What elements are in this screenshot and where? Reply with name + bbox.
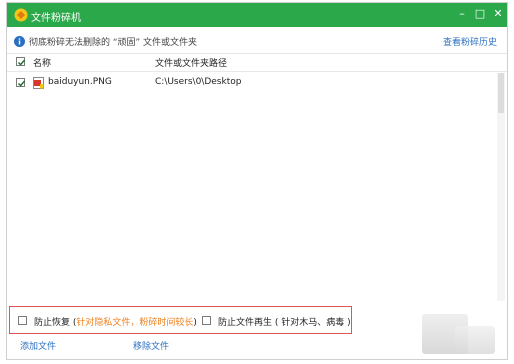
minimize-button[interactable]: – <box>455 7 469 21</box>
info-bar: 彻底粉碎无法删除的 “顽固” 文件或文件夹 查看粉碎历史 <box>7 27 507 54</box>
table-row[interactable]: baiduyun.PNG C:\Users\0\Desktop <box>7 73 507 93</box>
file-path: C:\Users\0\Desktop <box>155 77 242 87</box>
prevent-recovery-hint: 针对隐私文件，粉碎时间较长 <box>76 318 194 328</box>
window-title: 文件粉碎机 <box>31 13 81 24</box>
prevent-recovery-text: 防止恢复 ( <box>34 318 77 328</box>
add-file-button[interactable]: 添加文件 <box>20 339 56 352</box>
table-header: 名称 文件或文件夹路径 <box>7 53 507 72</box>
prevent-recovery-checkbox[interactable] <box>18 316 27 325</box>
prevent-recovery-label[interactable]: 防止恢复 (针对隐私文件，粉碎时间较长) <box>34 315 197 328</box>
select-all-checkbox[interactable] <box>16 57 26 66</box>
title-bar[interactable]: 文件粉碎机 – □ ✕ <box>7 3 507 27</box>
image-file-icon <box>33 77 44 89</box>
view-history-link[interactable]: 查看粉碎历史 <box>443 35 497 48</box>
prevent-regeneration-label[interactable]: 防止文件再生 ( 针对木马、病毒 ) <box>218 315 351 328</box>
checkmark-icon <box>18 80 26 87</box>
file-name: baiduyun.PNG <box>48 77 112 87</box>
maximize-button[interactable]: □ <box>473 7 487 21</box>
remove-file-button[interactable]: 移除文件 <box>133 339 169 352</box>
column-header-path: 文件或文件夹路径 <box>155 59 228 69</box>
shredder-app-icon <box>14 8 28 22</box>
checkmark-icon <box>18 59 26 66</box>
prevent-recovery-close: ) <box>193 318 197 328</box>
file-shredder-window: 文件粉碎机 – □ ✕ 彻底粉碎无法删除的 “顽固” 文件或文件夹 查看粉碎历史… <box>6 2 508 360</box>
prevent-regeneration-checkbox[interactable] <box>202 316 211 325</box>
scrollbar-thumb[interactable] <box>498 73 504 113</box>
row-checkbox[interactable] <box>16 78 26 87</box>
column-header-name: 名称 <box>33 59 52 69</box>
info-icon <box>14 36 25 47</box>
shred-options-group: 防止恢复 (针对隐私文件，粉碎时间较长) 防止文件再生 ( 针对木马、病毒 ) <box>9 306 352 334</box>
vertical-scrollbar[interactable] <box>497 73 505 301</box>
info-text: 彻底粉碎无法删除的 “顽固” 文件或文件夹 <box>29 38 198 48</box>
close-button[interactable]: ✕ <box>491 7 505 21</box>
cancel-button[interactable] <box>455 326 495 354</box>
